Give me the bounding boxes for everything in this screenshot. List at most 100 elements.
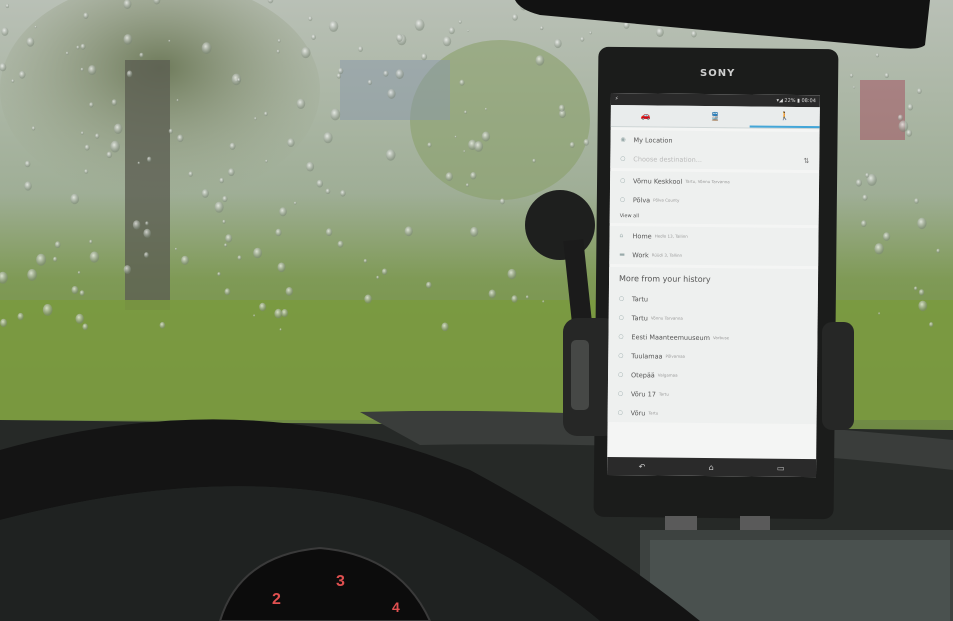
raindrop [535, 55, 545, 66]
raindrop [929, 322, 934, 328]
raindrop [484, 107, 488, 111]
back-icon[interactable]: ↶ [639, 462, 646, 471]
raindrop [229, 142, 236, 150]
tachometer-numeral-4: 4 [392, 599, 400, 615]
raindrop [414, 19, 425, 31]
phone-mount-left-clamp-inner [571, 340, 589, 410]
raindrop [279, 207, 287, 217]
raindrop [512, 14, 518, 21]
raindrop [24, 160, 31, 168]
list-item[interactable]: ○ Tartu [609, 289, 818, 310]
raindrop [316, 179, 324, 188]
swap-icon[interactable]: ⇅ [803, 157, 809, 165]
raindrop [464, 110, 467, 114]
list-item-label: Põlva [632, 195, 651, 204]
raindrop [914, 198, 919, 204]
list-item-sublabel: Tartu, Võnnu Tarvanna [685, 178, 730, 185]
raindrop [89, 102, 94, 108]
travel-mode-tabs: 🚗 🚆 🚶 [610, 104, 820, 130]
raindrop [113, 123, 123, 134]
phone-screen-maps-directions: ⚡ ▾◢ 22% ▮ 08:04 🚗 🚆 🚶 ◉ My Location ○ C… [606, 93, 820, 478]
view-all-link[interactable]: View all [610, 209, 819, 225]
raindrop [132, 220, 141, 230]
list-item[interactable]: ○ Võru Tartu [608, 403, 817, 424]
raindrop [421, 53, 428, 61]
tab-transit[interactable]: 🚆 [680, 106, 750, 128]
list-item[interactable]: ○ Otepää Valgamaa [608, 365, 817, 386]
raindrop [323, 132, 333, 144]
history-icon: ○ [618, 295, 625, 303]
list-item-label: Võrnu Keskkool [633, 176, 683, 186]
raindrop [918, 289, 925, 296]
home-button-icon[interactable]: ⌂ [709, 463, 714, 472]
history-section: More from your history ○ Tartu ○ Tartu Võnn… [607, 266, 819, 425]
raindrop [426, 281, 432, 289]
list-item[interactable]: ○ Võrnu Keskkool Tartu, Võnnu Tarvanna [610, 171, 819, 192]
list-item-sublabel: Põlvamaa [665, 353, 686, 359]
raindrop [855, 179, 863, 187]
raindrop [110, 140, 120, 153]
list-item-label: Otepää [631, 370, 655, 379]
history-icon: ○ [617, 390, 624, 398]
raindrop [385, 149, 396, 161]
origin-field[interactable]: ◉ My Location [610, 130, 819, 151]
raindrop [467, 29, 470, 32]
raindrop [441, 322, 449, 332]
raindrop [861, 220, 867, 228]
raindrop [279, 328, 282, 331]
raindrop [18, 70, 26, 79]
raindrop [224, 288, 231, 296]
raindrop [337, 240, 344, 248]
raindrop [26, 37, 35, 47]
raindrop [862, 194, 868, 201]
raindrop [481, 131, 491, 142]
list-item[interactable]: ○ Põlva Põlva County [610, 190, 819, 211]
status-bar-right: ▾◢ 22% ▮ 08:04 [776, 98, 816, 104]
raindrop [276, 49, 280, 54]
raindrop [84, 169, 89, 174]
history-icon: ○ [618, 314, 624, 322]
phone-brand-logo: SONY [700, 68, 736, 79]
raindrop [884, 72, 889, 79]
raindrop [277, 39, 281, 43]
list-item[interactable]: ○ Tartu Võnnu Tarvanna [609, 308, 818, 329]
destination-field[interactable]: ○ Choose destination... ⇅ [610, 149, 819, 170]
origin-label: My Location [633, 135, 673, 145]
history-icon: ○ [618, 333, 624, 341]
destination-icon: ○ [620, 155, 626, 163]
list-item[interactable]: ○ Eesti Maanteemuuseum Varbuse [608, 327, 817, 348]
raindrop [201, 189, 209, 198]
list-item-work[interactable]: ▬ Work Rüüdi 3, Tallinn [609, 245, 818, 266]
list-item[interactable]: ○ Võru 17 Tartu [608, 384, 817, 405]
raindrop [34, 25, 37, 29]
raindrop [458, 20, 462, 24]
raindrop [308, 16, 313, 22]
raindrop [296, 98, 306, 110]
raindrop [89, 239, 93, 244]
raindrop [383, 70, 389, 77]
raindrop [31, 126, 36, 131]
raindrop [454, 135, 457, 138]
raindrop [448, 27, 455, 35]
raindrop [188, 171, 193, 177]
recents-icon[interactable]: ▭ [777, 463, 785, 472]
list-item-label: Võru 17 [630, 389, 656, 398]
list-item-label: Work [632, 250, 649, 259]
raindrop [168, 128, 173, 134]
android-nav-bar: ↶ ⌂ ▭ [606, 456, 817, 478]
raindrop [287, 138, 295, 148]
list-item-home[interactable]: ⌂ Home Hedlo 13, Tallinn [609, 226, 818, 247]
tab-walking[interactable]: 🚶 [749, 106, 820, 129]
raindrop [84, 144, 90, 151]
raindrop [325, 228, 333, 237]
phone-mount-foot-left [665, 516, 697, 530]
raindrop [145, 221, 149, 226]
tab-driving[interactable]: 🚗 [611, 105, 681, 127]
raindrop [224, 243, 228, 247]
history-icon: ○ [618, 371, 624, 379]
raindrop [338, 67, 344, 75]
list-item[interactable]: ○ Tuulamaa Põlvamaa [608, 346, 817, 367]
battery-icon: ▮ [797, 97, 800, 104]
raindrop [214, 201, 224, 213]
raindrop [147, 156, 152, 162]
